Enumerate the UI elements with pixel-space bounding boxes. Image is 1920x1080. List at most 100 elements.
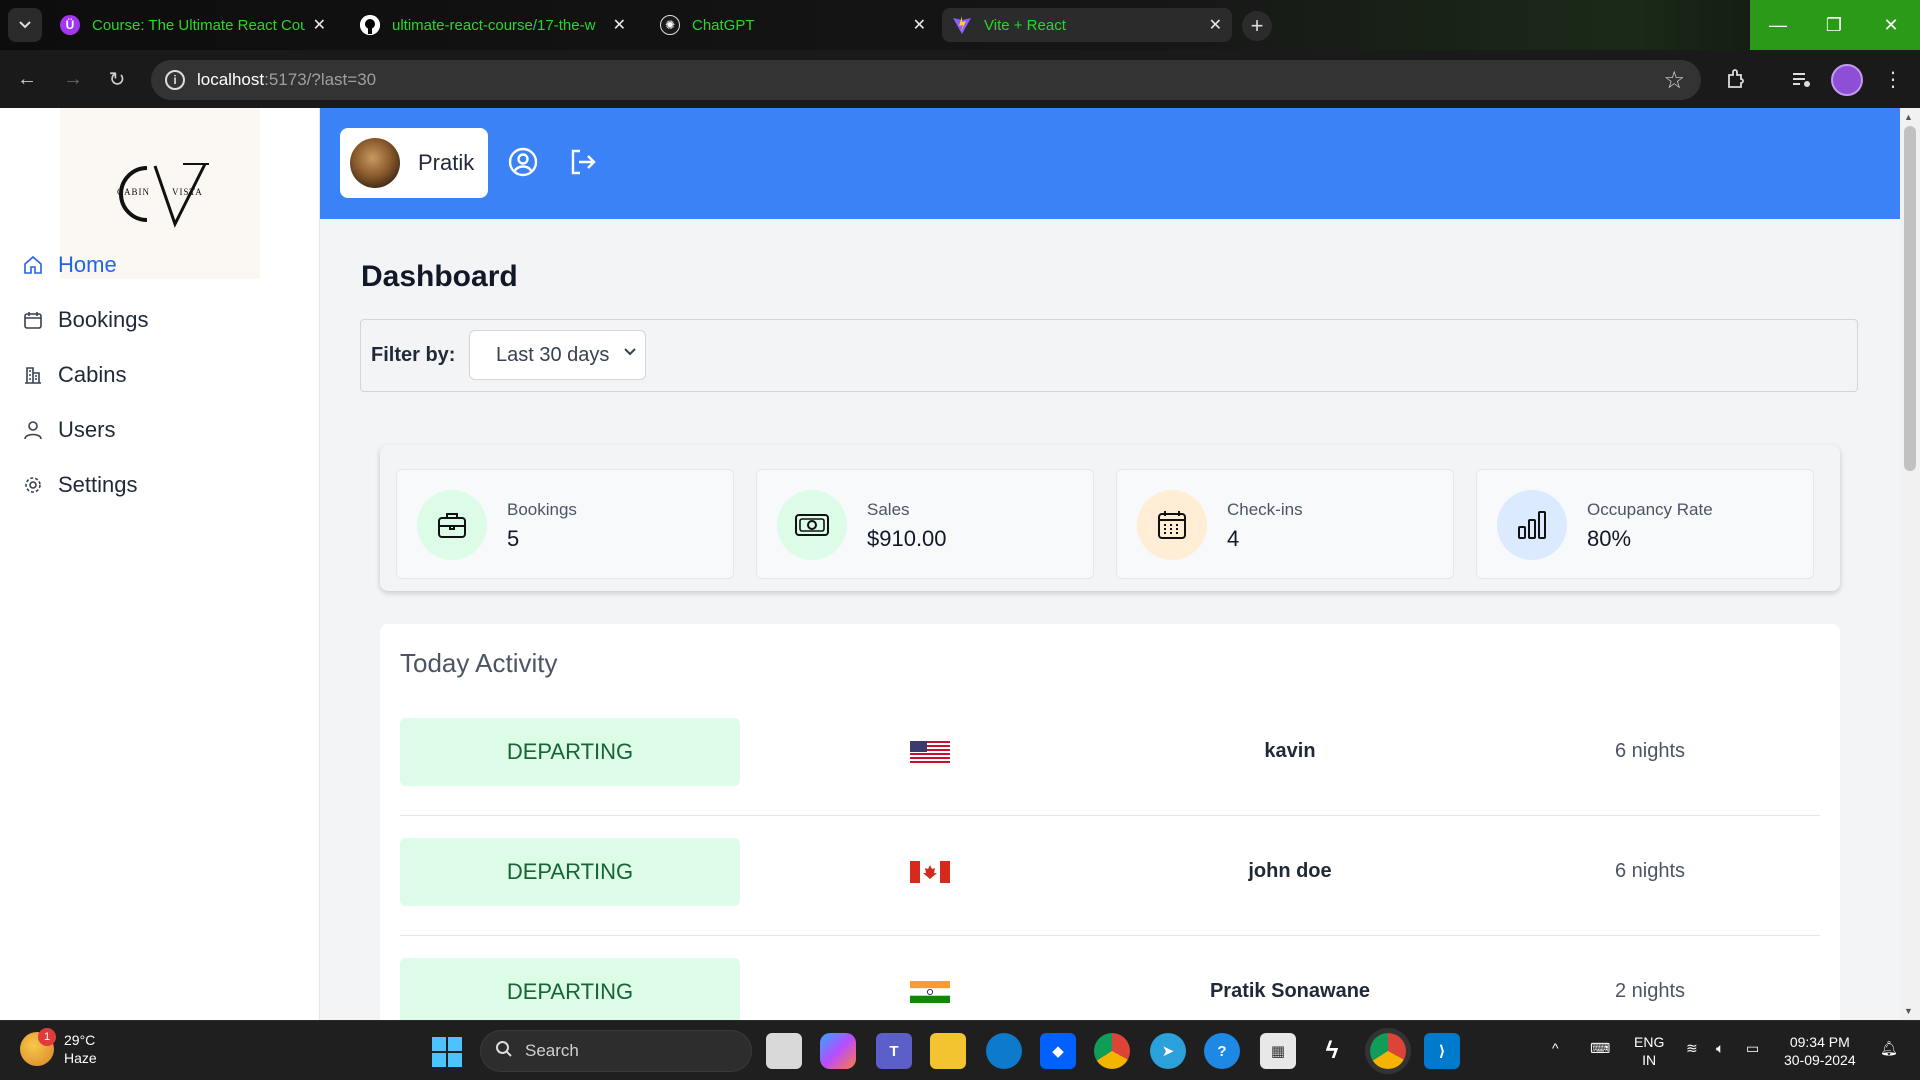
bookmark-star-icon[interactable]: ☆ <box>1663 66 1685 95</box>
stat-value: 5 <box>507 526 520 551</box>
file-explorer-icon[interactable] <box>930 1033 966 1069</box>
chrome-icon[interactable] <box>1094 1033 1130 1069</box>
guest-name: kavin <box>1264 740 1316 762</box>
volume-icon[interactable]: 🔈︎ <box>1716 1039 1724 1057</box>
teams-icon[interactable]: T <box>876 1033 912 1069</box>
briefcase-icon <box>417 490 487 560</box>
clock[interactable]: 09:34 PM 30-09-2024 <box>1784 1033 1856 1069</box>
guest-name: john doe <box>1248 860 1332 882</box>
browser-tab-udemy[interactable]: Ü Course: The Ultimate React Cou ✕ <box>50 8 336 42</box>
activity-title: Today Activity <box>400 648 558 678</box>
taskbar: 1 29°C Haze Search T ◆ ➤ ? ▦ ϟ ⟩ ^ ⌨ ENG… <box>0 1020 1920 1080</box>
reload-button[interactable]: ↻ <box>104 66 130 92</box>
show-hidden-icons[interactable]: ^ <box>1552 1039 1559 1057</box>
dropbox-icon[interactable]: ◆ <box>1040 1033 1076 1069</box>
new-tab-button[interactable]: + <box>1242 11 1272 41</box>
sidebar-item-home[interactable]: Home <box>22 245 117 285</box>
sidebar-item-cabins[interactable]: Cabins <box>22 355 126 395</box>
taskbar-search[interactable]: Search <box>480 1030 752 1072</box>
profile-avatar[interactable] <box>1831 64 1863 96</box>
language-indicator[interactable]: ENG IN <box>1634 1033 1664 1069</box>
filter-selected-value: Last 30 days <box>496 343 610 366</box>
scroll-up-icon[interactable]: ▲ <box>1904 112 1913 122</box>
notifications-icon[interactable]: 🔔︎ <box>1880 1039 1898 1057</box>
activity-row: DEPARTING kavin 6 nights <box>400 696 1820 816</box>
stats-panel: Bookings 5 Sales $910.00 Check-ins 4 Occ… <box>380 445 1840 591</box>
address-bar[interactable]: i localhost:5173/?last=30 ☆ <box>151 60 1701 100</box>
user-name: Pratik <box>418 150 475 175</box>
chevron-down-icon <box>19 21 31 29</box>
close-tab-icon[interactable]: ✕ <box>613 15 626 35</box>
close-tab-icon[interactable]: ✕ <box>913 15 926 35</box>
sidebar-item-label: Cabins <box>58 362 127 387</box>
logout-button[interactable] <box>564 143 602 181</box>
stat-label: Bookings <box>507 500 577 519</box>
stat-card-sales: Sales $910.00 <box>756 469 1094 579</box>
avatar <box>350 138 400 188</box>
activity-row: DEPARTING john doe 6 nights <box>400 816 1820 936</box>
sidebar-item-bookings[interactable]: Bookings <box>22 300 149 340</box>
close-tab-icon[interactable]: ✕ <box>1209 15 1222 35</box>
windows-logo-pane <box>448 1037 462 1051</box>
copilot-icon[interactable] <box>820 1033 856 1069</box>
nights-count: 6 nights <box>1614 740 1686 762</box>
sidebar-item-users[interactable]: Users <box>22 410 115 450</box>
store-icon[interactable]: ▦ <box>1260 1033 1296 1069</box>
filter-select[interactable]: Last 30 days <box>469 330 646 380</box>
browser-menu-icon[interactable]: ⋮ <box>1878 64 1908 94</box>
filter-label: Filter by: <box>371 344 456 366</box>
canada-flag-icon <box>910 861 950 883</box>
browser-tab-github[interactable]: ultimate-react-course/17-the-w ✕ <box>350 8 636 42</box>
page-viewport: CABIN VISTA Home Bookings Cabins Users S… <box>0 108 1920 1020</box>
user-chip[interactable]: Pratik <box>340 128 488 198</box>
chrome-profile-icon[interactable] <box>1370 1033 1406 1069</box>
keyboard-icon[interactable]: ⌨ <box>1590 1039 1610 1057</box>
browser-tab-bar: Ü Course: The Ultimate React Cou ✕ ultim… <box>0 0 1920 50</box>
weather-temp: 29°C <box>64 1032 96 1048</box>
account-button[interactable] <box>504 143 542 181</box>
site-info-icon[interactable]: i <box>165 70 185 90</box>
banknote-icon <box>777 490 847 560</box>
close-tab-icon[interactable]: ✕ <box>313 15 326 35</box>
app-header: Pratik <box>320 108 1900 219</box>
weather-widget[interactable]: 1 29°C Haze <box>20 1028 97 1067</box>
page-scrollbar[interactable]: ▲ ▼ <box>1900 108 1920 1020</box>
task-view-icon[interactable] <box>766 1033 802 1069</box>
minimize-button[interactable]: — <box>1750 0 1806 50</box>
logo-right-word: VISTA <box>172 187 203 197</box>
scrollbar-thumb[interactable] <box>1904 126 1916 471</box>
media-controls-icon[interactable] <box>1786 64 1816 94</box>
edge-icon[interactable] <box>986 1033 1022 1069</box>
vscode-icon[interactable]: ⟩ <box>1424 1033 1460 1069</box>
telegram-icon[interactable]: ➤ <box>1150 1033 1186 1069</box>
battery-icon[interactable]: ▭ <box>1746 1039 1759 1057</box>
wifi-icon[interactable]: ≋ <box>1686 1039 1698 1057</box>
status-badge: DEPARTING <box>400 718 740 786</box>
search-icon <box>495 1040 513 1063</box>
stat-card-check-ins: Check-ins 4 <box>1116 469 1454 579</box>
start-button[interactable] <box>432 1037 462 1067</box>
extensions-icon[interactable] <box>1721 64 1751 94</box>
github-icon <box>360 15 380 35</box>
forward-button[interactable]: → <box>60 66 86 92</box>
tab-search-button[interactable] <box>8 8 42 42</box>
windows-logo-pane <box>432 1037 446 1051</box>
bar-chart-icon <box>1497 490 1567 560</box>
close-window-button[interactable]: ✕ <box>1862 0 1920 50</box>
browser-tab-vite[interactable]: Vite + React ✕ <box>942 8 1232 42</box>
browser-tab-chatgpt[interactable]: ✺ ChatGPT ✕ <box>650 8 936 42</box>
help-icon[interactable]: ? <box>1204 1033 1240 1069</box>
back-button[interactable]: ← <box>14 66 40 92</box>
restore-button[interactable]: ❐ <box>1806 0 1862 50</box>
activity-row: DEPARTING Pratik Sonawane 2 nights <box>400 936 1820 1020</box>
sidebar-item-settings[interactable]: Settings <box>22 465 138 505</box>
stat-value: 80% <box>1587 526 1632 551</box>
search-label: Search <box>525 1041 579 1060</box>
scroll-down-icon[interactable]: ▼ <box>1904 1006 1913 1016</box>
building-icon <box>22 364 44 386</box>
page-title: Dashboard <box>361 260 518 293</box>
home-icon <box>22 254 44 276</box>
calendar-days-icon <box>1137 490 1207 560</box>
notification-badge: 1 <box>38 1028 56 1046</box>
lightning-app-icon[interactable]: ϟ <box>1314 1033 1350 1069</box>
